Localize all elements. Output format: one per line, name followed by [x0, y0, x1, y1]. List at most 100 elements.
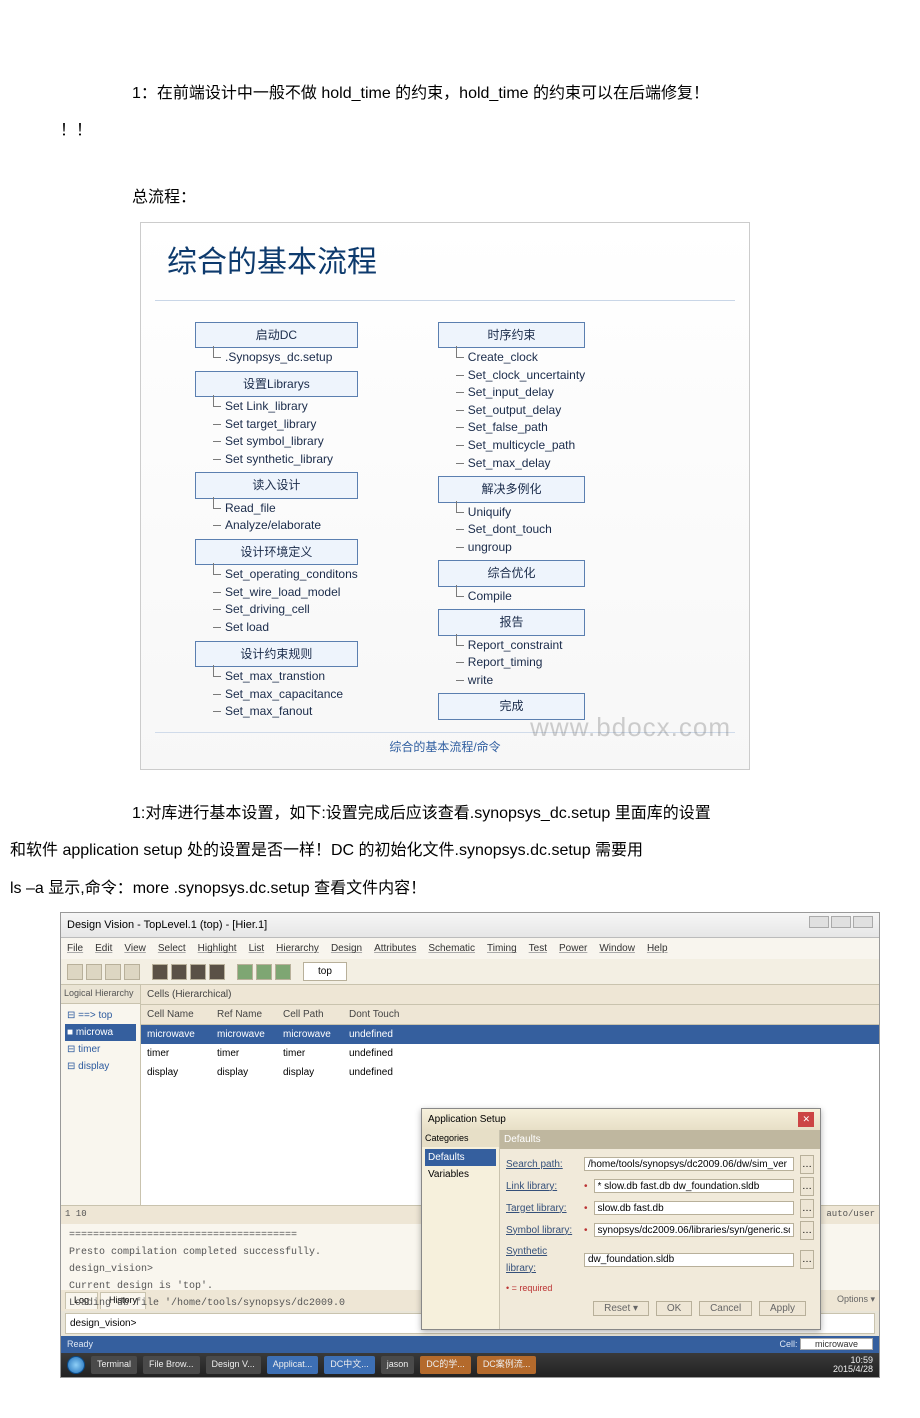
window-title: Design Vision - TopLevel.1 (top) - [Hier…	[61, 913, 879, 939]
table-row[interactable]: microwave microwave microwave undefined	[141, 1025, 879, 1044]
symbol-library-label: Symbol library:	[506, 1222, 578, 1239]
flowchart-left-column: 启动DC .Synopsys_dc.setup 设置Librarys Set L…	[195, 319, 358, 720]
task-designv[interactable]: Design V...	[206, 1356, 261, 1373]
flowchart-title: 综合的基本流程	[155, 233, 735, 301]
fbox-opt: 综合优化	[438, 560, 585, 586]
view-icon-1[interactable]	[152, 964, 168, 980]
dialog-close-icon[interactable]: ✕	[798, 1112, 814, 1127]
cat-defaults[interactable]: Defaults	[425, 1149, 496, 1166]
fbox-env: 设计环境定义	[195, 539, 358, 565]
table-row[interactable]: display display display undefined	[141, 1063, 879, 1082]
menu-list[interactable]: List	[249, 940, 265, 957]
cat-variables[interactable]: Variables	[425, 1166, 496, 1183]
fbox-start-dc: 启动DC	[195, 322, 358, 348]
p1: 1：在前端设计中一般不做 hold_time 的约束，hold_time 的约束…	[132, 85, 709, 102]
nav-icon-3[interactable]	[275, 964, 291, 980]
menu-select[interactable]: Select	[158, 940, 186, 957]
menu-timing[interactable]: Timing	[487, 940, 517, 957]
flowchart-image: 综合的基本流程 启动DC .Synopsys_dc.setup 设置Librar…	[140, 222, 750, 771]
link-library-input[interactable]	[594, 1179, 794, 1193]
tree-microwave[interactable]: ■ microwa	[65, 1024, 136, 1041]
minimize-icon[interactable]	[809, 916, 829, 928]
fbox-multi: 解决多例化	[438, 476, 585, 502]
symbol-library-input[interactable]	[594, 1223, 794, 1237]
p3c: ls –a 显示,命令：more .synopsys.dc.setup 查看文件…	[10, 880, 426, 897]
synthetic-library-label: Synthetic library:	[506, 1243, 578, 1277]
menu-schematic[interactable]: Schematic	[428, 940, 475, 957]
tool-icon[interactable]	[124, 964, 140, 980]
nav-icon-1[interactable]	[237, 964, 253, 980]
search-path-input[interactable]	[584, 1157, 794, 1171]
menu-file[interactable]: File	[67, 940, 83, 957]
fbox-report: 报告	[438, 609, 585, 635]
search-path-label: Search path:	[506, 1156, 578, 1173]
table-mode[interactable]: Cells (Hierarchical)	[141, 985, 241, 1004]
menu-highlight[interactable]: Highlight	[198, 940, 237, 957]
hier-combo[interactable]: top	[303, 962, 347, 981]
target-library-label: Target library:	[506, 1200, 578, 1217]
task-terminal[interactable]: Terminal	[91, 1356, 137, 1373]
taskbar: Terminal File Brow... Design V... Applic…	[61, 1353, 879, 1377]
task-dc3[interactable]: DC案例流...	[477, 1356, 537, 1373]
cancel-button[interactable]: Cancel	[699, 1301, 752, 1316]
p-overflow: 总流程：	[100, 184, 860, 211]
ok-button[interactable]: OK	[656, 1301, 692, 1316]
fbox-timing: 时序约束	[438, 322, 585, 348]
reset-button[interactable]: Reset ▾	[593, 1301, 649, 1316]
view-icon-3[interactable]	[190, 964, 206, 980]
view-icon-2[interactable]	[171, 964, 187, 980]
application-setup-dialog: Application Setup ✕ Categories Defaults …	[421, 1108, 821, 1330]
close-icon[interactable]	[853, 916, 873, 928]
view-icon-4[interactable]	[209, 964, 225, 980]
task-dc[interactable]: DC中文...	[324, 1356, 375, 1373]
browse-icon[interactable]: …	[800, 1199, 814, 1218]
link-library-label: Link library:	[506, 1178, 578, 1195]
dialog-categories: Categories Defaults Variables	[422, 1130, 500, 1329]
open-icon[interactable]	[67, 964, 83, 980]
print-icon[interactable]	[105, 964, 121, 980]
browse-icon[interactable]: …	[800, 1177, 814, 1196]
apply-button[interactable]: Apply	[759, 1301, 806, 1316]
task-applicat[interactable]: Applicat...	[267, 1356, 319, 1373]
menu-attributes[interactable]: Attributes	[374, 940, 416, 957]
tree-timer[interactable]: ⊟ timer	[65, 1041, 136, 1058]
tree-top[interactable]: ⊟ ==> top	[65, 1007, 136, 1024]
flowchart-right-column: 时序约束 Create_clock Set_clock_uncertainty …	[438, 319, 585, 720]
fbox-set-libs: 设置Librarys	[195, 371, 358, 397]
p3a: 1:对库进行基本设置，如下:设置完成后应该查看.synopsys_dc.setu…	[132, 805, 711, 822]
task-filebrowser[interactable]: File Brow...	[143, 1356, 200, 1373]
menu-design[interactable]: Design	[331, 940, 362, 957]
task-dc2[interactable]: DC的学...	[420, 1356, 471, 1373]
table-row[interactable]: timer timer timer undefined	[141, 1044, 879, 1063]
synthetic-library-input[interactable]	[584, 1253, 794, 1267]
flowchart-footer: 综合的基本流程/命令	[155, 732, 735, 757]
nav-icon-2[interactable]	[256, 964, 272, 980]
dialog-title: Application Setup	[428, 1111, 506, 1128]
menu-help[interactable]: Help	[647, 940, 668, 957]
menu-bar[interactable]: File Edit View Select Highlight List Hie…	[61, 938, 879, 959]
p3b: 和软件 application setup 处的设置是否一样！DC 的初始化文件…	[10, 842, 643, 859]
browse-icon[interactable]: …	[800, 1250, 814, 1269]
browse-icon[interactable]: …	[800, 1155, 814, 1174]
fbox-read-design: 读入设计	[195, 472, 358, 498]
menu-window[interactable]: Window	[599, 940, 635, 957]
fbox-done: 完成	[438, 693, 585, 719]
menu-power[interactable]: Power	[559, 940, 587, 957]
task-jason[interactable]: jason	[381, 1356, 415, 1373]
menu-edit[interactable]: Edit	[95, 940, 112, 957]
menu-test[interactable]: Test	[529, 940, 547, 957]
save-icon[interactable]	[86, 964, 102, 980]
taskbar-clock: 10:59 2015/4/28	[833, 1356, 873, 1374]
toolbar: top	[61, 959, 879, 985]
maximize-icon[interactable]	[831, 916, 851, 928]
screenshot: Design Vision - TopLevel.1 (top) - [Hier…	[60, 912, 880, 1378]
menu-hierarchy[interactable]: Hierarchy	[276, 940, 319, 957]
start-icon[interactable]	[67, 1356, 85, 1374]
required-note: = required	[506, 1281, 814, 1296]
tree-display[interactable]: ⊟ display	[65, 1058, 136, 1075]
menu-view[interactable]: View	[124, 940, 146, 957]
hierarchy-tree[interactable]: Logical Hierarchy ⊟ ==> top ■ microwa ⊟ …	[61, 985, 141, 1205]
browse-icon[interactable]: …	[800, 1221, 814, 1240]
target-library-input[interactable]	[594, 1201, 794, 1215]
status-left: Ready	[67, 1337, 93, 1352]
